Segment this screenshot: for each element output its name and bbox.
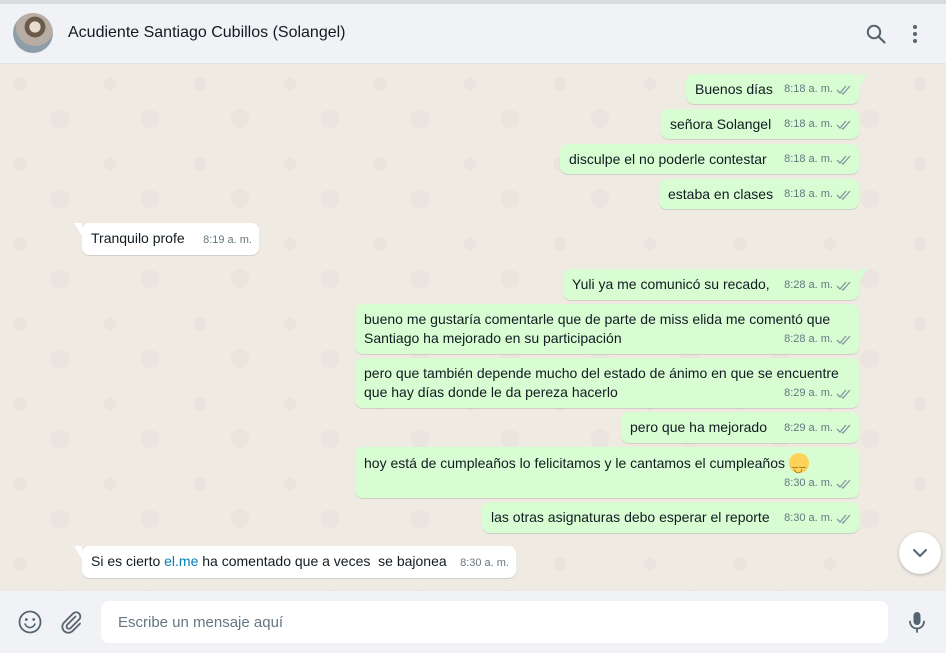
message-incoming[interactable]: Tranquilo profe 8:19 a. m. xyxy=(74,223,259,255)
read-ticks-icon xyxy=(836,280,852,291)
contact-avatar[interactable] xyxy=(13,13,53,53)
message-meta: 8:29 a. m. xyxy=(784,384,852,403)
message-incoming[interactable]: Si es cierto el.me ha comentado que a ve… xyxy=(74,546,516,578)
message-time: 8:19 a. m. xyxy=(203,234,252,246)
message-outgoing[interactable]: las otras asignaturas debo esperar el re… xyxy=(482,502,859,533)
message-outgoing[interactable]: Buenos días 8:18 a. m. xyxy=(686,74,867,104)
message-meta: 8:18 a. m. xyxy=(784,150,852,169)
message-meta: 8:28 a. m. xyxy=(784,276,852,295)
read-ticks-icon xyxy=(836,334,852,345)
read-ticks-icon xyxy=(836,478,852,489)
message-outgoing[interactable]: pero que también depende mucho del estad… xyxy=(355,358,859,408)
microphone-icon[interactable] xyxy=(904,609,930,635)
message-time: 8:29 a. m. xyxy=(784,387,833,399)
message-outgoing[interactable]: pero que ha mejorado 8:29 a. m. xyxy=(621,412,859,443)
message-time: 8:30 a. m. xyxy=(784,477,833,489)
message-time: 8:18 a. m. xyxy=(784,83,833,95)
message-text-after: ha comentado que a veces se bajonea xyxy=(198,553,447,569)
search-icon[interactable] xyxy=(864,22,888,46)
message-time: 8:30 a. m. xyxy=(460,557,509,569)
read-ticks-icon xyxy=(836,388,852,399)
message-meta: 8:28 a. m. xyxy=(784,330,852,349)
message-text-before: Si es cierto xyxy=(91,553,165,569)
read-ticks-icon xyxy=(836,513,852,524)
message-meta: 8:30 a. m. xyxy=(784,509,852,528)
message-meta: 8:18 a. m. xyxy=(784,80,852,99)
message-meta: 8:29 a. m. xyxy=(784,419,852,438)
paperclip-icon[interactable] xyxy=(58,609,84,635)
read-ticks-icon xyxy=(836,189,852,200)
message-time: 8:30 a. m. xyxy=(784,512,833,524)
message-text-content: hoy está de cumpleaños lo felicitamos y … xyxy=(364,455,785,471)
message-text: pero que también depende mucho del estad… xyxy=(364,365,843,400)
message-outgoing[interactable]: Yuli ya me comunicó su recado, 8:28 a. m… xyxy=(563,269,867,300)
message-meta: 8:18 a. m. xyxy=(784,185,852,204)
read-ticks-icon xyxy=(836,154,852,165)
emoji-icon[interactable] xyxy=(17,609,43,635)
message-time: 8:28 a. m. xyxy=(784,279,833,291)
chevron-down-icon xyxy=(913,549,927,557)
message-time: 8:18 a. m. xyxy=(784,188,833,200)
message-meta: 8:30 a. m. xyxy=(460,554,509,573)
message-outgoing[interactable]: bueno me gustaría comentarle que de part… xyxy=(355,304,859,354)
message-meta: 8:18 a. m. xyxy=(784,115,852,134)
chat-area[interactable]: Buenos días 8:18 a. m. señora Solangel 8… xyxy=(0,64,946,591)
contact-name[interactable]: Acudiente Santiago Cubillos (Solangel) xyxy=(68,24,346,42)
message-outgoing[interactable]: disculpe el no poderle contestar 8:18 a.… xyxy=(560,144,859,174)
smiling-face-emoji xyxy=(788,453,809,479)
message-text: hoy está de cumpleaños lo felicitamos y … xyxy=(364,453,850,479)
message-time: 8:29 a. m. xyxy=(784,422,833,434)
message-meta: 8:19 a. m. xyxy=(203,231,252,250)
message-link[interactable]: el.me xyxy=(164,553,198,569)
read-ticks-icon xyxy=(836,84,852,95)
message-input[interactable] xyxy=(101,601,888,643)
message-outgoing[interactable]: hoy está de cumpleaños lo felicitamos y … xyxy=(355,447,859,498)
scroll-to-bottom-button[interactable] xyxy=(899,532,941,574)
menu-dots-icon[interactable] xyxy=(903,22,927,46)
message-text: bueno me gustaría comentarle que de part… xyxy=(364,311,835,346)
message-text: Si es cierto el.me ha comentado que a ve… xyxy=(91,552,507,571)
read-ticks-icon xyxy=(836,119,852,130)
message-time: 8:18 a. m. xyxy=(784,153,833,165)
message-time: 8:28 a. m. xyxy=(784,333,833,345)
message-outgoing[interactable]: estaba en clases 8:18 a. m. xyxy=(659,179,859,209)
message-meta: 8:30 a. m. xyxy=(784,474,852,493)
read-ticks-icon xyxy=(836,423,852,434)
chat-header: Acudiente Santiago Cubillos (Solangel) xyxy=(0,4,946,64)
message-outgoing[interactable]: señora Solangel 8:18 a. m. xyxy=(661,109,859,139)
compose-bar xyxy=(0,591,946,653)
message-time: 8:18 a. m. xyxy=(784,118,833,130)
